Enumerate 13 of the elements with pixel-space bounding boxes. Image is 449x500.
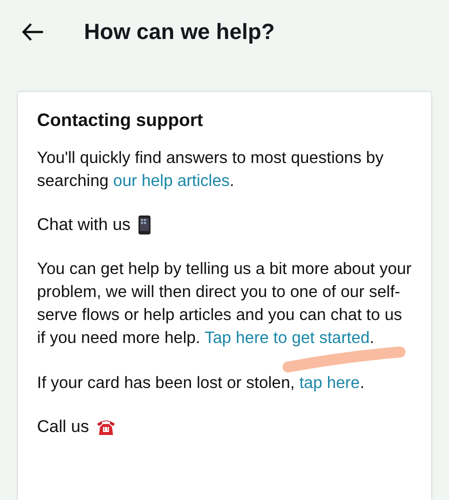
telephone-icon <box>96 418 116 436</box>
card-title: Contacting support <box>37 110 204 131</box>
back-arrow-icon[interactable] <box>22 23 44 41</box>
section-heading: Chat with us <box>37 215 131 235</box>
mobile-phone-icon <box>138 215 151 235</box>
link[interactable]: tap here <box>299 374 360 392</box>
paragraph: You can get help by telling us a bit more about your problem, we will then direct you to one of our self-serve flows or help articles and you can chat to us if you need more help. Tap here to get started. <box>37 259 412 349</box>
page-title: How can we help? <box>84 19 275 45</box>
link[interactable]: our help articles <box>113 172 230 190</box>
link[interactable]: Tap here to get started <box>204 329 370 347</box>
paragraph: If your card has been lost or stolen, tap here. <box>37 373 366 394</box>
paragraph: You'll quickly find answers to most questions by searching our help articles. <box>37 148 384 192</box>
section-heading: Call us <box>37 417 89 437</box>
